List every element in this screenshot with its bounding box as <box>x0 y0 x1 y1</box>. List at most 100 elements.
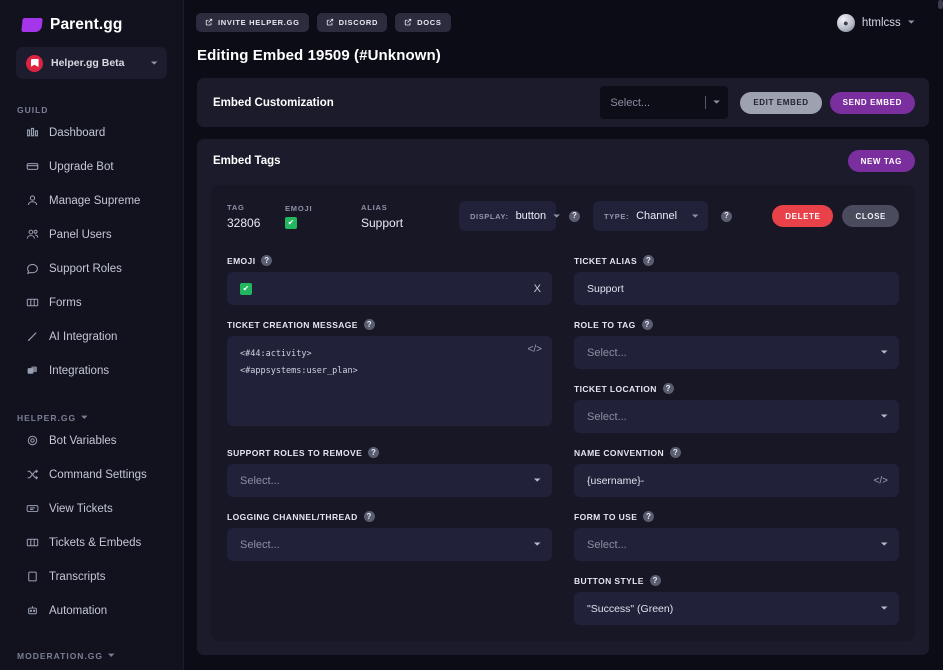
name-convention-field-label: NAME CONVENTION ? <box>574 447 899 458</box>
sidebar-section-helper-heading[interactable]: HELPER.GG ⏷ <box>0 413 183 423</box>
tag-fields-grid: EMOJI ? ✔ X TICKET ALIAS ? Support TICKE… <box>227 241 899 625</box>
ticket-location-label-text: TICKET LOCATION <box>574 383 657 394</box>
chevron-down-icon: ⏷ <box>880 603 888 613</box>
name-convention-input[interactable]: {username}- </> <box>574 464 899 497</box>
send-embed-button[interactable]: SEND EMBED <box>829 91 915 114</box>
invite-helper-button[interactable]: INVITE HELPER.GG <box>196 13 309 32</box>
sidebar-item-upgrade-bot[interactable]: Upgrade Bot <box>0 150 183 183</box>
chevron-down-icon: ⏷ <box>907 17 915 27</box>
topbar-buttons: INVITE HELPER.GG DISCORD DOCS <box>196 13 451 32</box>
role-to-tag-help-icon[interactable]: ? <box>641 319 653 330</box>
button-style-select[interactable]: "Success" (Green) ⏷ <box>574 592 899 625</box>
code-toggle-icon[interactable]: </> <box>874 475 888 486</box>
button-style-help-icon[interactable]: ? <box>649 575 661 586</box>
ticket-creation-message-field: TICKET CREATION MESSAGE ? </> <#44:activ… <box>227 319 552 433</box>
sidebar-item-integrations[interactable]: Integrations <box>0 354 183 387</box>
sidebar-item-ai-integration[interactable]: AI Integration <box>0 320 183 353</box>
ticket-location-help-icon[interactable]: ? <box>662 383 674 394</box>
form-to-use-help-icon[interactable]: ? <box>643 511 655 522</box>
embed-customization-card: Embed Customization Select... ⏷ EDIT EMB… <box>197 78 929 127</box>
button-style-label-text: BUTTON STYLE <box>574 575 644 586</box>
type-select[interactable]: TYPE: Channel ⏷ <box>593 201 708 231</box>
name-convention-label-text: NAME CONVENTION <box>574 447 665 458</box>
columns-icon <box>26 296 39 309</box>
ticket-alias-value: Support <box>587 282 624 295</box>
sidebar-item-dashboard[interactable]: Dashboard <box>0 116 183 149</box>
support-roles-to-remove-select[interactable]: Select... ⏷ <box>227 464 552 497</box>
emoji-clear-button[interactable]: X <box>534 283 541 295</box>
shuffle-icon <box>26 468 39 481</box>
sidebar-item-manage-supreme[interactable]: Manage Supreme <box>0 184 183 217</box>
page-scrollbar[interactable] <box>938 0 943 9</box>
sidebar-item-tickets-embeds[interactable]: Tickets & Embeds <box>0 526 183 559</box>
ticket-alias-field-label: TICKET ALIAS ? <box>574 255 899 266</box>
logging-channel-select[interactable]: Select... ⏷ <box>227 528 552 561</box>
delete-tag-button[interactable]: DELETE <box>772 205 834 227</box>
name-convention-help-icon[interactable]: ? <box>670 447 682 458</box>
form-to-use-label-text: FORM TO USE <box>574 511 638 522</box>
sidebar: Parent.gg Helper.gg Beta ⏷ GUILD Dashboa… <box>0 0 184 670</box>
role-to-tag-select[interactable]: Select... ⏷ <box>574 336 899 369</box>
sidebar-item-automation[interactable]: Automation <box>0 594 183 627</box>
embed-customization-title: Embed Customization <box>213 96 334 109</box>
sidebar-item-support-roles[interactable]: Support Roles <box>0 252 183 285</box>
role-to-tag-label-text: ROLE TO TAG <box>574 319 636 330</box>
ticket-icon <box>26 502 39 515</box>
sidebar-item-transcripts[interactable]: Transcripts <box>0 560 183 593</box>
sidebar-item-command-settings[interactable]: Command Settings <box>0 458 183 491</box>
chat-icon <box>26 262 39 275</box>
gear-icon <box>26 434 39 447</box>
sidebar-item-label: Tickets & Embeds <box>49 536 142 549</box>
chevron-down-icon: ⏷ <box>533 475 541 485</box>
sidebar-item-bot-variables[interactable]: Bot Variables <box>0 424 183 457</box>
chevron-down-icon: ⏷ <box>553 210 561 221</box>
sidebar-item-label: Automation <box>49 604 108 617</box>
display-help-icon[interactable]: ? <box>569 210 580 222</box>
sidebar-section-moderation-heading[interactable]: MODERATION.GG ⏷ <box>0 651 183 661</box>
tag-id-meta: TAG 32806 <box>227 203 285 230</box>
sidebar-item-label: Dashboard <box>49 126 106 139</box>
close-tag-button[interactable]: CLOSE <box>842 205 899 227</box>
display-select[interactable]: DISPLAY: button ⏷ <box>459 201 560 231</box>
user-menu[interactable]: ● htmlcss ⏷ <box>836 13 929 32</box>
support-roles-to-remove-label-text: SUPPORT ROLES TO REMOVE <box>227 447 363 458</box>
button-style-field: BUTTON STYLE ? "Success" (Green) ⏷ <box>574 575 899 625</box>
logging-channel-placeholder: Select... <box>240 538 280 551</box>
support-roles-to-remove-field-label: SUPPORT ROLES TO REMOVE ? <box>227 447 552 458</box>
sidebar-item-panel-users[interactable]: Panel Users <box>0 218 183 251</box>
pencil-icon <box>26 330 39 343</box>
sidebar-item-label: Manage Supreme <box>49 194 141 207</box>
sidebar-item-label: Command Settings <box>49 468 147 481</box>
docs-button[interactable]: DOCS <box>395 13 451 32</box>
ticket-creation-message-field-label: TICKET CREATION MESSAGE ? <box>227 319 552 330</box>
tag-id-value: 32806 <box>227 215 261 230</box>
embed-select[interactable]: Select... ⏷ <box>600 86 729 119</box>
type-help-icon[interactable]: ? <box>721 210 732 222</box>
tag-id-label: TAG <box>227 202 245 212</box>
guild-selector[interactable]: Helper.gg Beta ⏷ <box>16 47 167 79</box>
new-tag-button[interactable]: NEW TAG <box>847 150 915 172</box>
emoji-input[interactable]: ✔ X <box>227 272 552 305</box>
sidebar-item-view-tickets[interactable]: View Tickets <box>0 492 183 525</box>
ticket-alias-label-text: TICKET ALIAS <box>574 255 638 266</box>
discord-button[interactable]: DISCORD <box>316 13 388 32</box>
logging-channel-help-icon[interactable]: ? <box>363 511 375 522</box>
support-roles-to-remove-help-icon[interactable]: ? <box>368 447 380 458</box>
code-toggle-icon[interactable]: </> <box>528 344 542 355</box>
ticket-alias-help-icon[interactable]: ? <box>643 255 655 266</box>
chevron-down-icon: ⏷ <box>108 651 116 660</box>
edit-embed-button[interactable]: EDIT EMBED <box>740 91 822 114</box>
emoji-help-icon[interactable]: ? <box>261 255 273 266</box>
ticket-creation-message-help-icon[interactable]: ? <box>363 319 375 330</box>
ticket-creation-message-textarea[interactable]: </> <#44:activity> <#appsystems:user_pla… <box>227 336 552 426</box>
form-to-use-select[interactable]: Select... ⏷ <box>574 528 899 561</box>
topbar: INVITE HELPER.GG DISCORD DOCS ● htmlcss … <box>184 0 943 36</box>
support-roles-to-remove-placeholder: Select... <box>240 474 280 487</box>
ticket-location-select[interactable]: Select... ⏷ <box>574 400 899 433</box>
tag-emoji-label: EMOJI <box>285 203 313 213</box>
ticket-alias-input[interactable]: Support <box>574 272 899 305</box>
main-content: INVITE HELPER.GG DISCORD DOCS ● htmlcss … <box>184 0 943 670</box>
tag-alias-label: ALIAS <box>361 202 388 212</box>
sidebar-item-forms[interactable]: Forms <box>0 286 183 319</box>
textarea-line: <#appsystems:user_plan> <box>240 366 358 376</box>
